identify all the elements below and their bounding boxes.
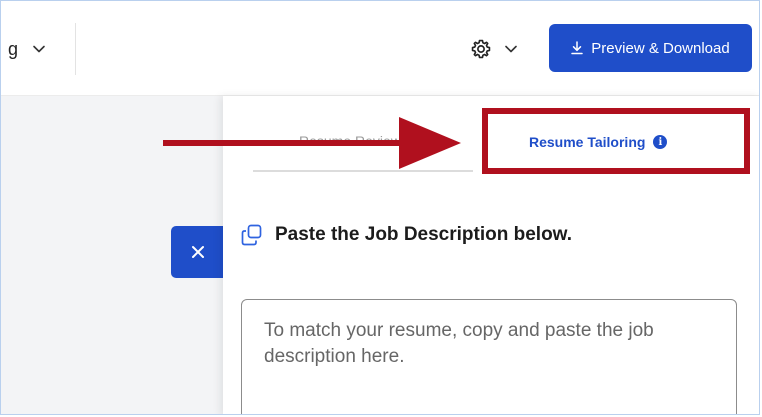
- section-title-text: Paste the Job Description below.: [275, 224, 573, 245]
- section-title: Paste the Job Description below.: [241, 224, 572, 246]
- gear-icon: [471, 39, 491, 59]
- chevron-down-icon: [33, 45, 45, 53]
- close-panel-button[interactable]: [171, 226, 225, 278]
- chevron-down-icon: [505, 45, 517, 53]
- top-bar: g Preview & Download: [1, 1, 759, 96]
- annotation-highlight-box: [482, 108, 750, 174]
- template-dropdown-label: g: [8, 38, 19, 59]
- download-icon: [571, 41, 584, 55]
- annotation-arrow: [163, 117, 461, 169]
- copy-icon: [241, 224, 262, 246]
- preview-download-label: Preview & Download: [591, 39, 730, 57]
- preview-download-button[interactable]: Preview & Download: [549, 24, 752, 72]
- settings-menu-button[interactable]: [470, 37, 518, 61]
- job-description-input[interactable]: [241, 299, 737, 414]
- template-dropdown[interactable]: g: [8, 39, 46, 59]
- header-divider: [75, 23, 76, 75]
- app-window: g Preview & Download Resume Tailoring i …: [0, 0, 760, 415]
- close-icon: [192, 246, 204, 258]
